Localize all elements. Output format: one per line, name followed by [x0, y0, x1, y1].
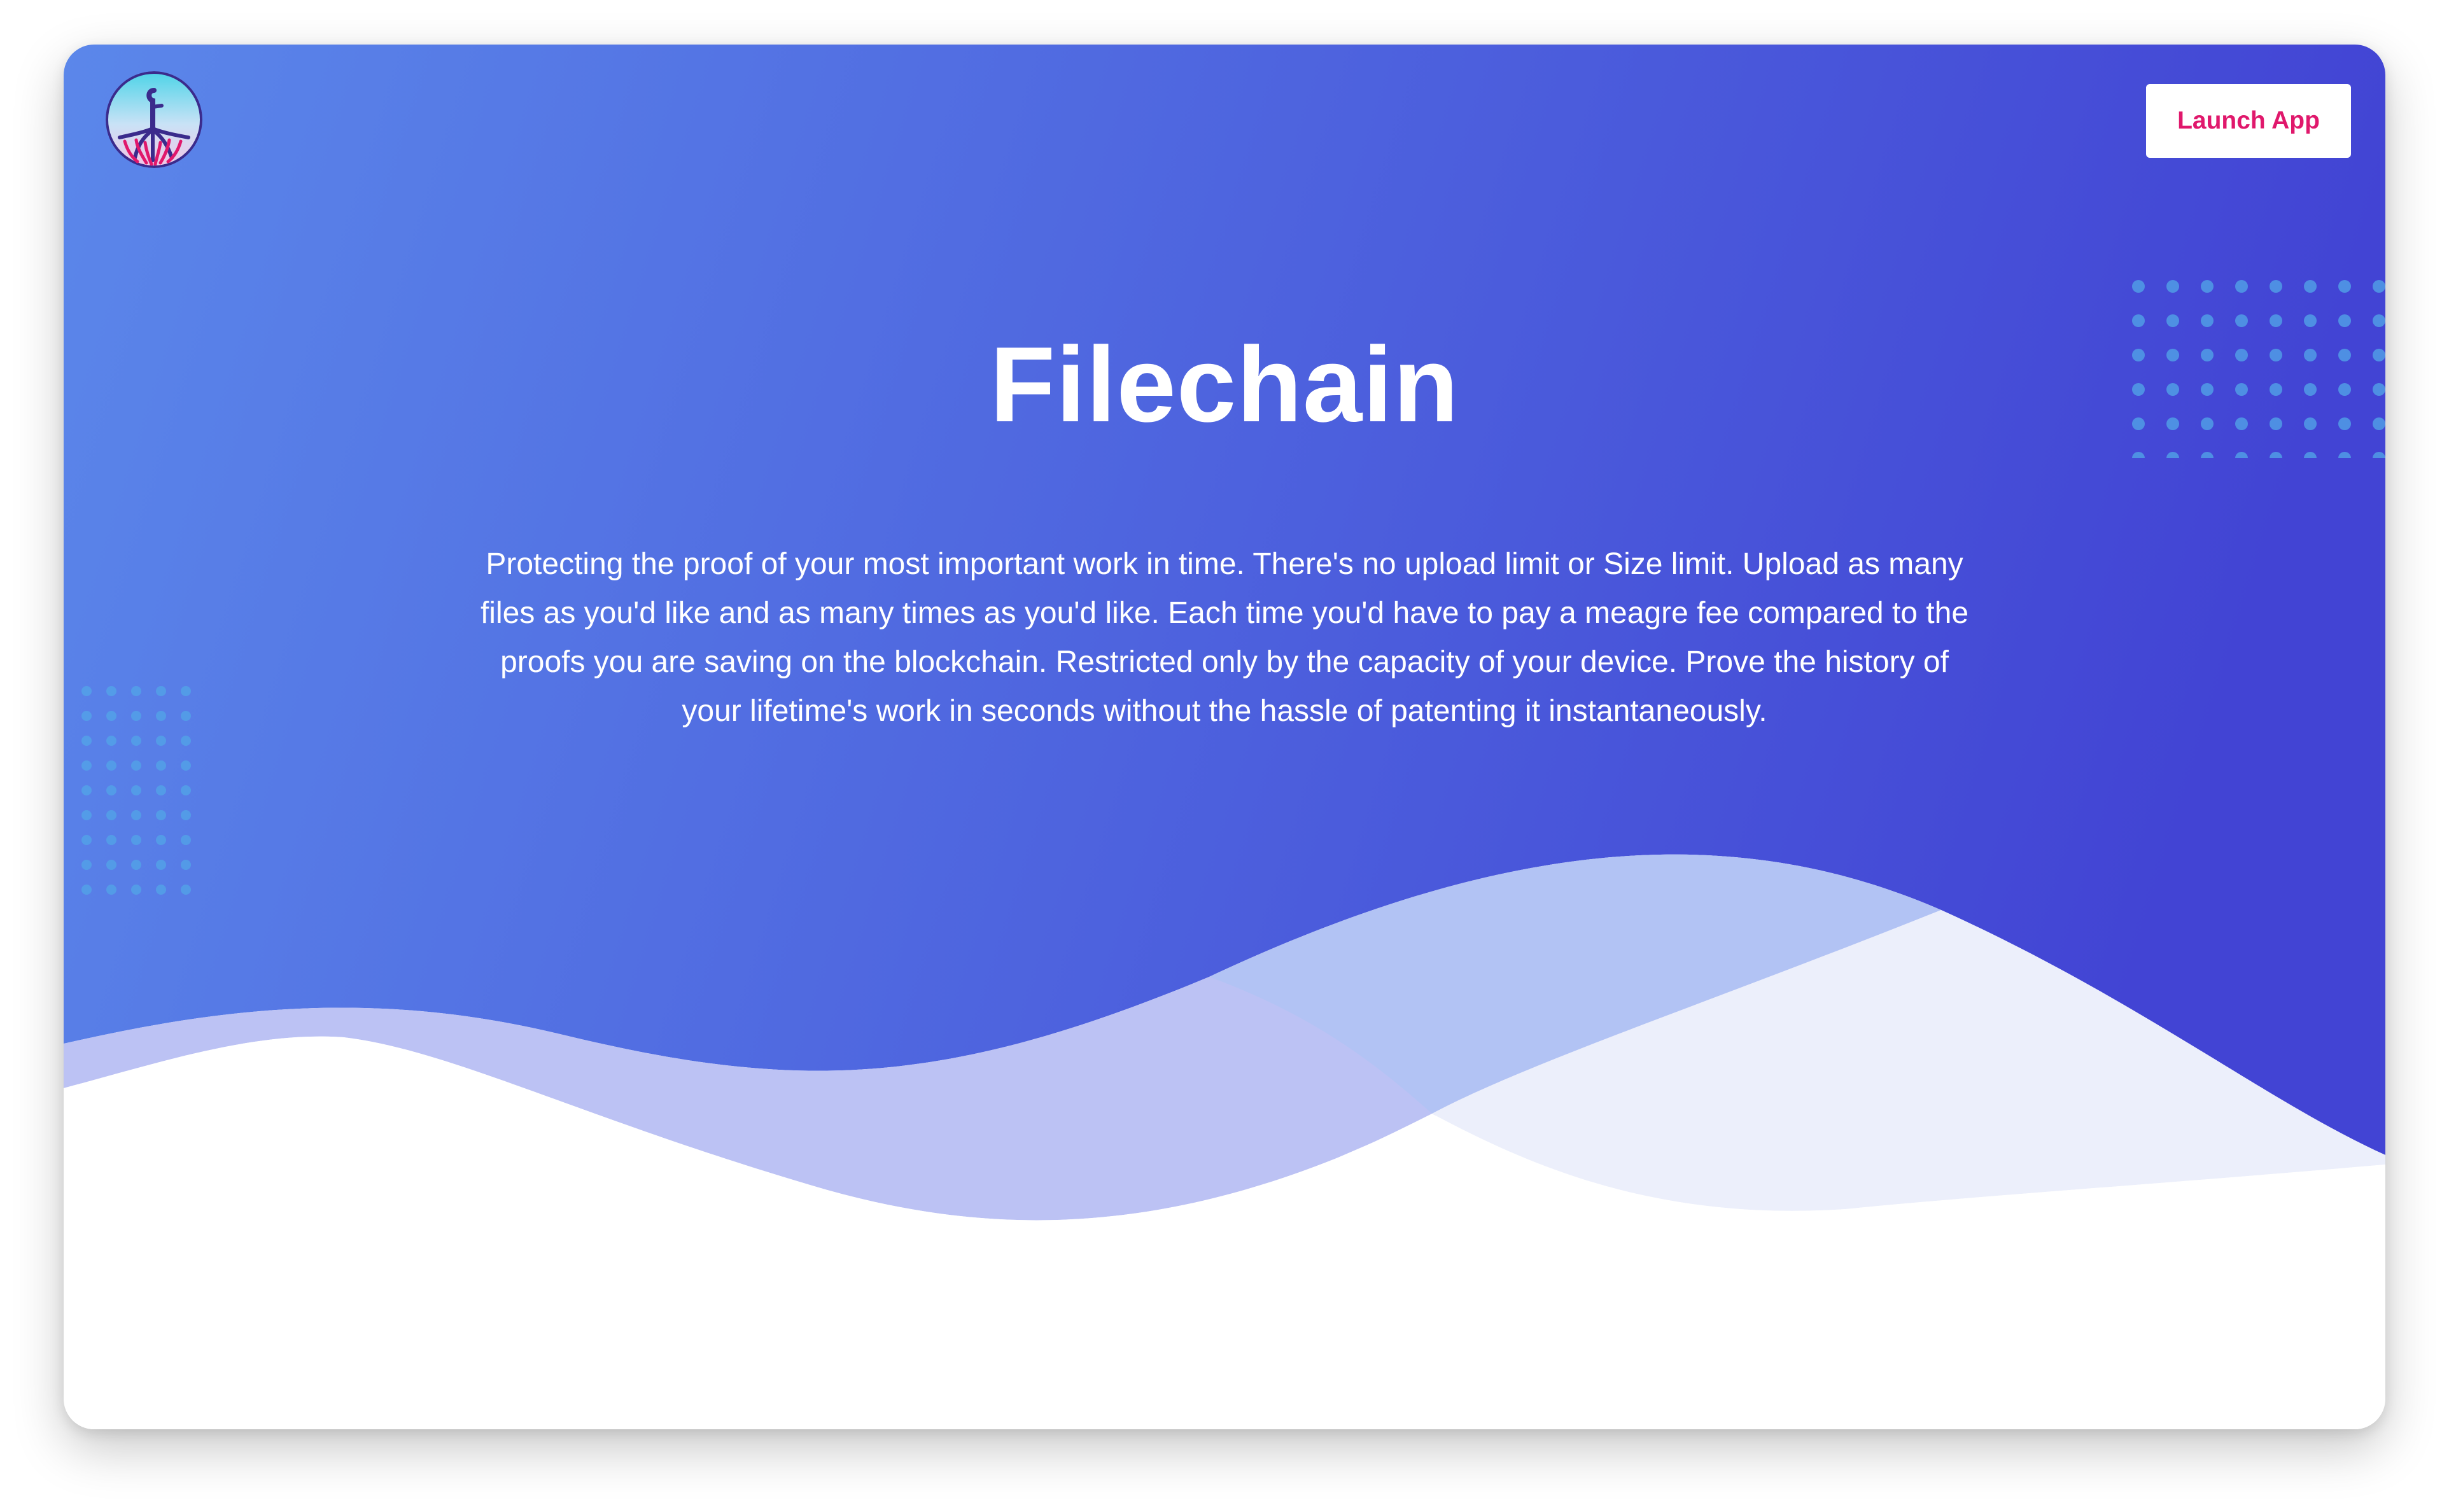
decor-dot [2201, 280, 2214, 293]
decor-dot [2201, 452, 2214, 458]
decor-dot [156, 810, 166, 820]
decor-dot [2338, 280, 2351, 293]
decor-dot [2338, 452, 2351, 458]
decor-dot [106, 760, 116, 771]
decor-dot [106, 835, 116, 845]
decor-dot [106, 736, 116, 746]
decor-dot [81, 785, 92, 795]
hero-background [64, 45, 2385, 1429]
decor-dot [81, 885, 92, 895]
decor-dot [2304, 452, 2317, 458]
decor-dot [131, 885, 141, 895]
decor-dot [2304, 280, 2317, 293]
decor-dot [2270, 314, 2282, 327]
decor-dot [2132, 314, 2145, 327]
decor-dot [181, 686, 191, 696]
decor-dot [81, 736, 92, 746]
decor-dot [2373, 314, 2385, 327]
decor-dot [2166, 452, 2179, 458]
decor-dot [2338, 314, 2351, 327]
decor-dot [106, 810, 116, 820]
decor-dot [156, 835, 166, 845]
decor-dot [156, 860, 166, 870]
decor-dot [2166, 314, 2179, 327]
dot-grid-left [81, 686, 191, 895]
decor-dot [131, 686, 141, 696]
decor-dot [81, 711, 92, 721]
decor-dot [2235, 452, 2248, 458]
decor-dot [131, 810, 141, 820]
decor-dot [81, 686, 92, 696]
decor-dot [156, 736, 166, 746]
launch-app-button[interactable]: Launch App [2146, 84, 2351, 158]
decor-dot [106, 885, 116, 895]
hero-description: Protecting the proof of your most import… [480, 547, 1969, 728]
decor-dot [131, 785, 141, 795]
hero-section: Launch App Filechain Protecting the proo… [64, 45, 2385, 1429]
page-title: Filechain [990, 325, 1459, 444]
decor-dot [2132, 452, 2145, 458]
decor-dot [156, 760, 166, 771]
decor-dot [2270, 280, 2282, 293]
decor-dot [2166, 280, 2179, 293]
decor-dot [106, 711, 116, 721]
browser-window: Launch App Filechain Protecting the proo… [64, 45, 2385, 1429]
decor-dot [156, 785, 166, 795]
decor-dot [2270, 452, 2282, 458]
decor-dot [2373, 280, 2385, 293]
decor-dot [181, 785, 191, 795]
decor-dot [131, 835, 141, 845]
decor-dot [2132, 280, 2145, 293]
decor-dot [181, 711, 191, 721]
decor-dot [181, 736, 191, 746]
filechain-logo-icon[interactable] [106, 71, 202, 168]
decor-dot [81, 835, 92, 845]
decor-dot [181, 835, 191, 845]
decor-dot [131, 736, 141, 746]
decor-dot [81, 810, 92, 820]
decor-dot [181, 760, 191, 771]
decor-dot [106, 860, 116, 870]
decor-dot [131, 711, 141, 721]
decor-dot [2373, 452, 2385, 458]
decor-dot [81, 860, 92, 870]
decor-dot [156, 711, 166, 721]
decor-dot [2235, 314, 2248, 327]
decor-dot [181, 885, 191, 895]
decor-dot [2201, 314, 2214, 327]
decor-dot [131, 760, 141, 771]
decor-dot [181, 810, 191, 820]
decor-dot [81, 760, 92, 771]
decor-dot [156, 686, 166, 696]
decor-dot [181, 860, 191, 870]
decor-dot [2304, 314, 2317, 327]
decor-dot [106, 785, 116, 795]
decor-dot [2235, 280, 2248, 293]
decor-dot [106, 686, 116, 696]
decor-dot [131, 860, 141, 870]
decor-dot [156, 885, 166, 895]
